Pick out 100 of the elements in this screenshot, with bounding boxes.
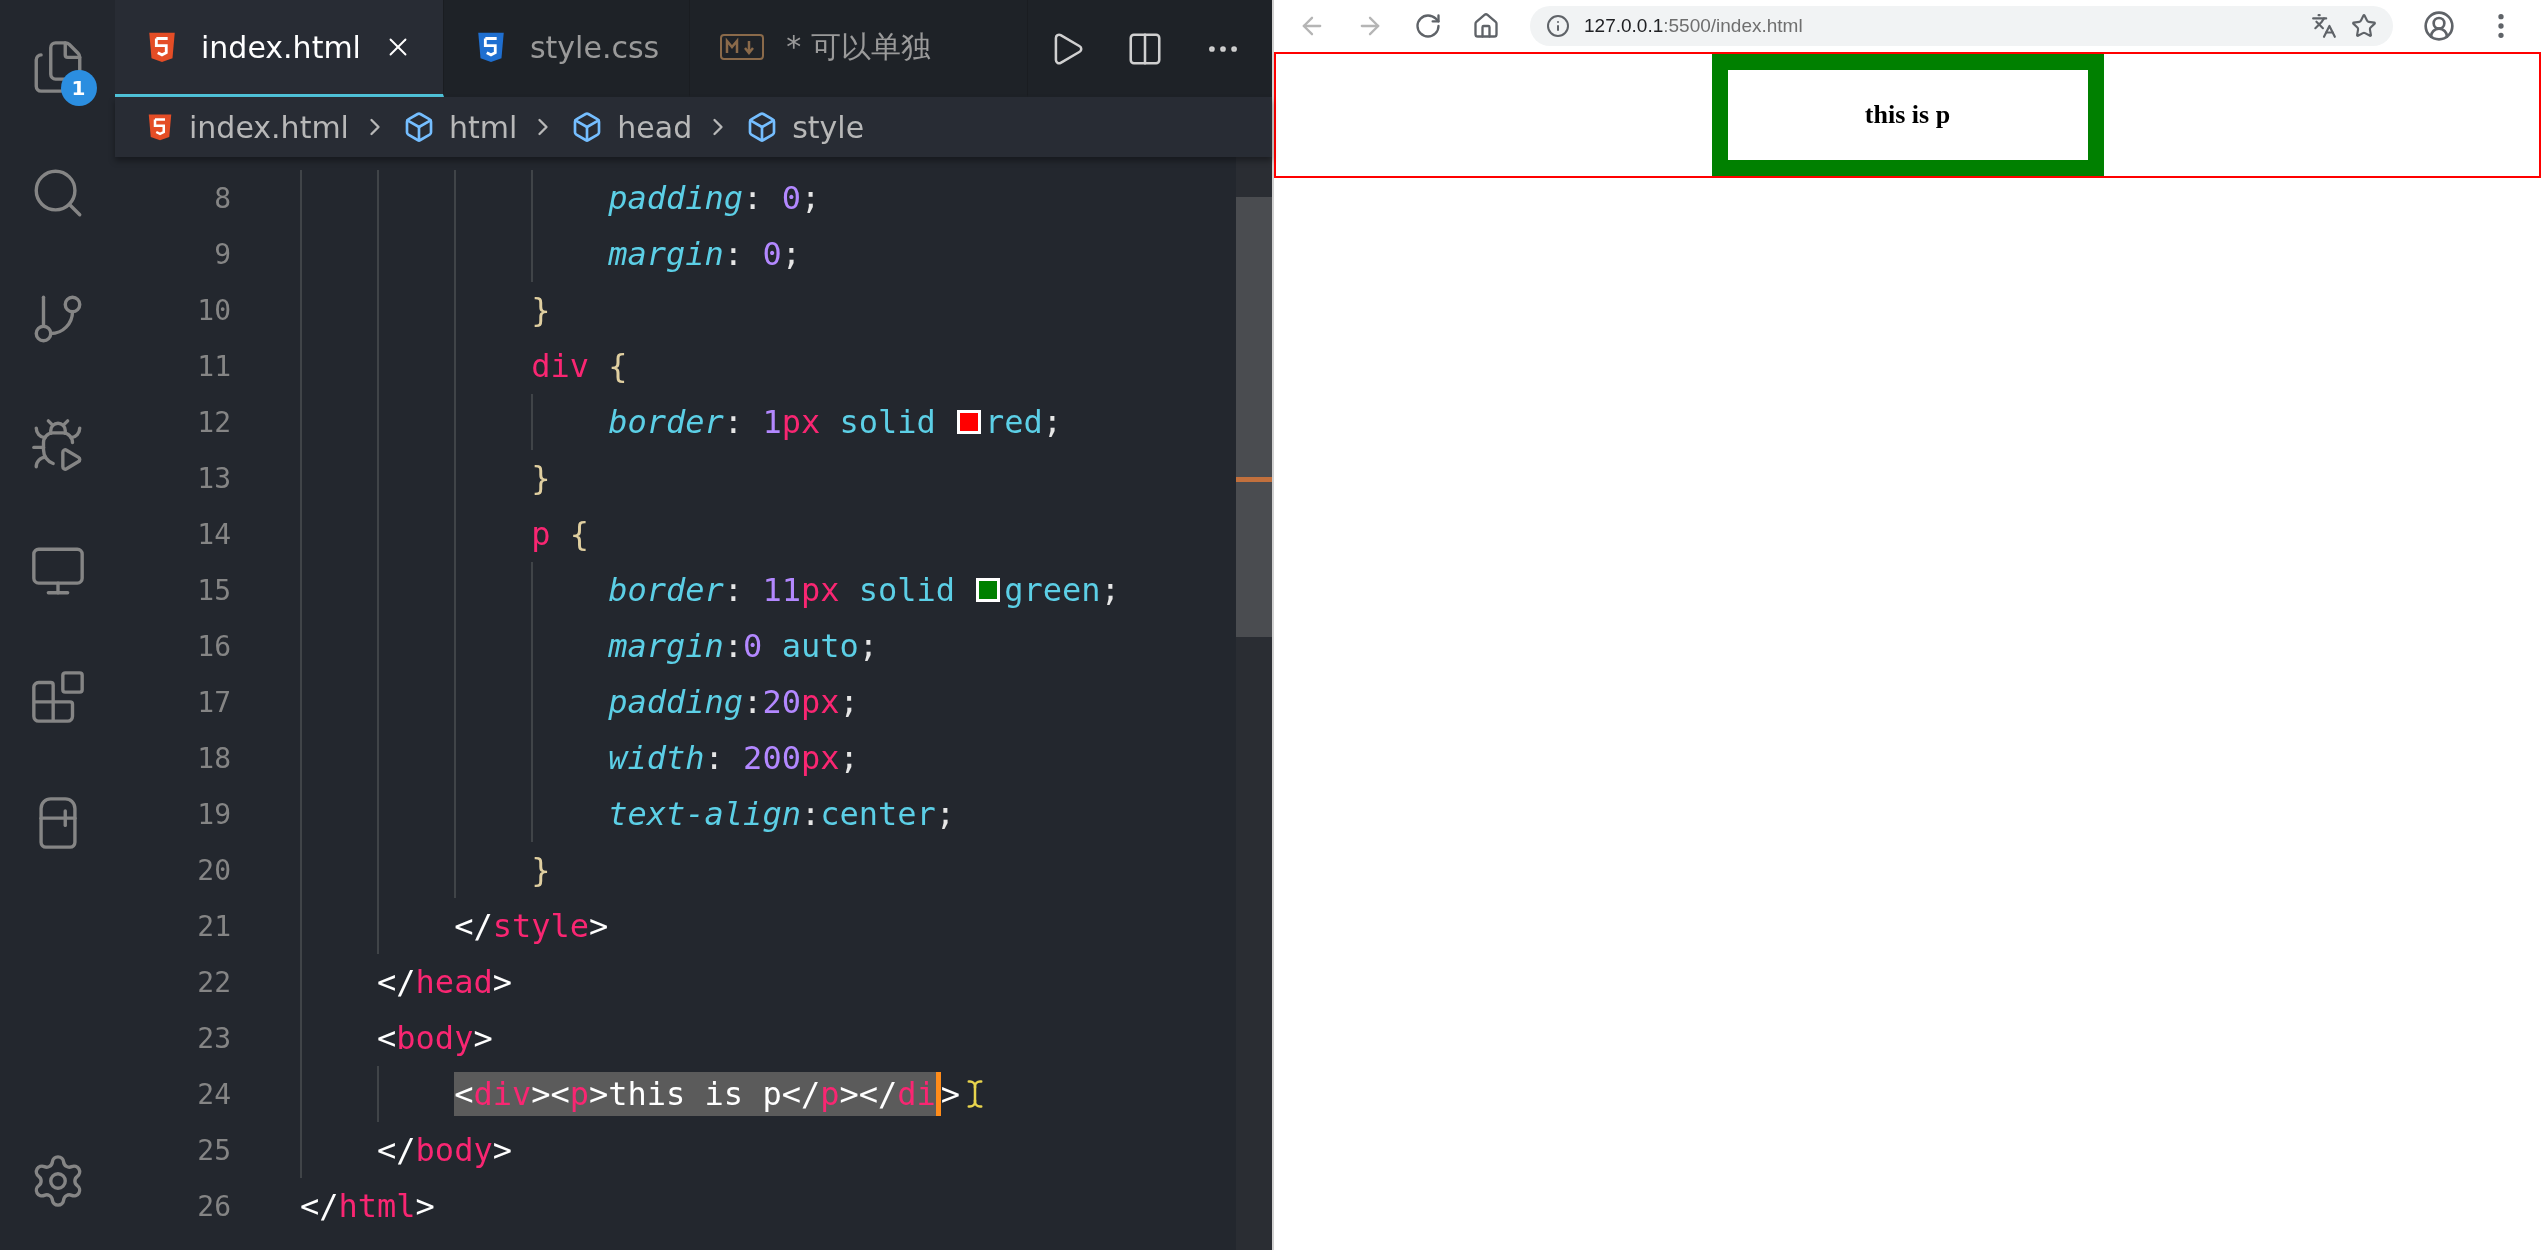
star-icon[interactable] (2351, 13, 2377, 39)
code-token: ; (935, 794, 956, 835)
line-number: 13 (196, 461, 231, 495)
code-token: < (454, 1072, 474, 1116)
translate-icon[interactable] (2311, 13, 2337, 39)
code-token: : (723, 402, 745, 443)
code-token: > (492, 1130, 512, 1171)
code-token: solid (838, 402, 937, 443)
code-token: ; (781, 234, 801, 275)
code-token: } (531, 850, 551, 891)
line-number: 18 (196, 741, 231, 775)
code-token: px (781, 402, 821, 443)
code-token: </ (300, 1186, 339, 1227)
code-token: </ (454, 906, 493, 947)
code-token: : (723, 570, 745, 611)
code-token: } (531, 458, 551, 499)
line-number: 14 (196, 517, 231, 551)
code-token: body (415, 1130, 493, 1171)
line-number: 8 (213, 181, 231, 215)
scrollbar[interactable] (1236, 157, 1272, 1250)
code-token: green (1004, 570, 1101, 611)
code-token: px (800, 570, 840, 611)
line-number: 24 (196, 1077, 231, 1111)
code-token: 11 (762, 570, 801, 611)
code-token: 0 (762, 234, 782, 275)
home-icon[interactable] (1472, 12, 1500, 40)
code-token: </ (377, 1130, 416, 1171)
color-swatch[interactable] (976, 578, 1001, 602)
code-token: margin (608, 234, 724, 275)
line-number: 9 (213, 237, 231, 271)
line-number: 26 (196, 1189, 231, 1223)
code-token: red (985, 402, 1043, 443)
code-token: p (531, 514, 551, 555)
code-token: p (569, 1072, 589, 1116)
address-bar[interactable]: 127.0.0.1:5500/index.html (1530, 6, 2393, 46)
code-token: : (743, 682, 763, 723)
code-token: : (743, 178, 764, 219)
code-token: : (723, 234, 745, 275)
line-number: 15 (196, 573, 231, 607)
code-token: 200 (743, 738, 801, 779)
code-token: > (415, 1186, 435, 1227)
breadcrumb-item[interactable]: head (617, 109, 693, 145)
code-token: px (800, 682, 840, 723)
code-token: ; (858, 626, 878, 667)
code-token: : (704, 738, 725, 779)
code-token: 1 (762, 402, 782, 443)
code-token: px (800, 738, 840, 779)
code-token: ; (839, 738, 859, 779)
line-number: 11 (196, 349, 231, 383)
code-token: padding (608, 178, 744, 219)
code-token: > (473, 1018, 493, 1059)
code-token: 0 (743, 626, 763, 667)
code-token: text-align (608, 794, 801, 835)
code-token: ; (800, 178, 821, 219)
profile-icon[interactable] (2423, 10, 2455, 42)
code-token: solid (857, 570, 957, 611)
color-swatch[interactable] (957, 410, 982, 434)
line-number: 12 (196, 405, 231, 439)
code-token: </ (377, 962, 416, 1003)
code-token: : (723, 626, 744, 667)
breadcrumb-item[interactable]: style (792, 109, 865, 145)
notification-badge: 1 (60, 70, 97, 106)
code-token: border (608, 402, 724, 443)
code-token: center (820, 794, 936, 835)
line-number: 21 (196, 909, 231, 943)
line-number: 19 (196, 797, 231, 831)
code-token: border (608, 570, 724, 611)
code-token: 20 (762, 682, 801, 723)
breadcrumb-item[interactable]: index.html (189, 109, 349, 145)
code-token: { (568, 514, 589, 555)
code-token: 0 (781, 178, 801, 219)
code-token: } (531, 290, 551, 331)
reload-icon[interactable] (1414, 12, 1442, 40)
code-token: html (338, 1186, 416, 1227)
code-token: margin (608, 626, 724, 667)
code-token: div (473, 1072, 532, 1116)
code-token: style (492, 906, 589, 947)
code-token: ; (839, 682, 859, 723)
code-token: body (396, 1018, 474, 1059)
code-token: : (800, 794, 821, 835)
code-token: padding (608, 682, 744, 723)
code-token: p (820, 1072, 840, 1116)
line-number: 10 (196, 293, 231, 327)
code-token: width (608, 738, 705, 779)
code-token: >< (531, 1072, 570, 1116)
code-token: > (940, 1074, 961, 1115)
breadcrumb-item[interactable]: html (448, 109, 518, 145)
editor-tab[interactable]: index.html (115, 0, 444, 97)
code-token: ></ (839, 1072, 898, 1116)
code-token: < (377, 1018, 397, 1059)
markdown-icon (720, 34, 765, 60)
line-number: 17 (196, 685, 231, 719)
code-token: ; (1042, 402, 1063, 443)
info-icon[interactable] (1546, 14, 1570, 38)
paragraph-box: this is p (1711, 54, 2104, 176)
line-number: 22 (196, 965, 231, 999)
code-token: > (589, 906, 609, 947)
line-number: 25 (196, 1133, 231, 1167)
code-token: auto (780, 626, 859, 667)
code-token: >this is p</ (589, 1072, 821, 1116)
